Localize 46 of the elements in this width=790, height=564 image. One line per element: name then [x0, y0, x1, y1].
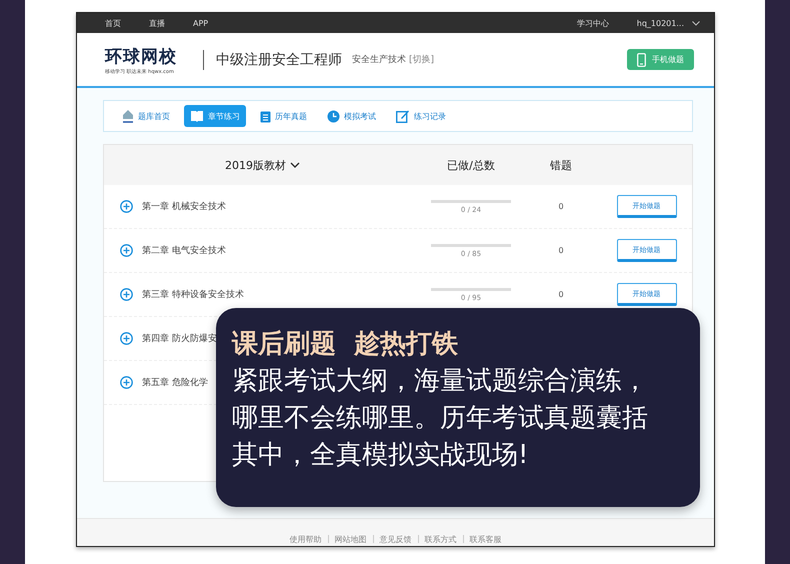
- clock-icon: [327, 110, 340, 122]
- switch-link[interactable]: [切换]: [409, 53, 434, 66]
- expand-plus-icon[interactable]: [120, 200, 133, 213]
- column-header: 已做/总数: [447, 158, 495, 172]
- phone-icon: [637, 52, 646, 66]
- mobile-practice-button[interactable]: 手机做题: [627, 49, 694, 70]
- chapter-name[interactable]: 第五章 危险化学: [142, 376, 208, 389]
- column-header: 错题: [550, 158, 572, 172]
- home-icon: [122, 109, 134, 123]
- nav-tab[interactable]: 模拟考试: [321, 105, 382, 127]
- wrong-count: 0: [558, 202, 564, 211]
- site-logo[interactable]: 环球网校: [105, 44, 177, 68]
- expand-plus-icon[interactable]: [120, 376, 133, 389]
- top-nav-link[interactable]: APP: [193, 18, 208, 28]
- chapter-name[interactable]: 第四章 防火防爆安: [142, 332, 217, 345]
- nav-tab[interactable]: 题库首页: [116, 105, 176, 127]
- footer-link[interactable]: 联系客服: [470, 534, 502, 545]
- clipboard-icon: [260, 110, 271, 122]
- promo-title: 课后刷题 趁热打铁: [232, 328, 460, 361]
- wrong-count: 0: [558, 290, 564, 299]
- nav-tab[interactable]: 章节练习: [184, 105, 246, 127]
- expand-plus-icon[interactable]: [120, 288, 133, 301]
- study-center-link[interactable]: 学习中心: [576, 18, 609, 28]
- chapter-name[interactable]: 第一章 机械安全技术: [142, 200, 226, 213]
- expand-plus-icon[interactable]: [120, 244, 133, 257]
- subject-name: 安全生产技术: [352, 54, 406, 66]
- footer-link[interactable]: 使用帮助: [290, 534, 322, 545]
- top-nav-link[interactable]: 直播: [149, 18, 165, 28]
- exam-title: 中级注册安全工程师: [216, 50, 342, 68]
- expand-plus-icon[interactable]: [120, 332, 133, 345]
- chevron-down-icon: [692, 20, 700, 26]
- promo-text: 紧跟考试大纲，海量试题综合演练，哪里不会练哪里。历年考试真题囊括其中，全真模拟实战现场!: [232, 365, 649, 472]
- nav-tab[interactable]: 历年真题: [254, 105, 313, 127]
- footer-link[interactable]: 联系方式: [424, 534, 456, 545]
- footer-link[interactable]: 网站地图: [334, 534, 366, 545]
- top-nav-link[interactable]: 首页: [105, 18, 121, 28]
- nav-tab[interactable]: 练习记录: [390, 105, 452, 127]
- edit-icon: [396, 109, 410, 123]
- column-header[interactable]: 2019版教材: [225, 158, 286, 172]
- chevron-down-icon[interactable]: [290, 162, 300, 168]
- footer-link[interactable]: 意见反馈: [380, 534, 412, 545]
- chapter-name[interactable]: 第二章 电气安全技术: [142, 244, 226, 257]
- book-icon: [190, 110, 204, 122]
- chapter-name[interactable]: 第三章 特种设备安全技术: [142, 288, 244, 301]
- user-name[interactable]: hq_10201...: [636, 18, 684, 28]
- wrong-count: 0: [558, 246, 564, 255]
